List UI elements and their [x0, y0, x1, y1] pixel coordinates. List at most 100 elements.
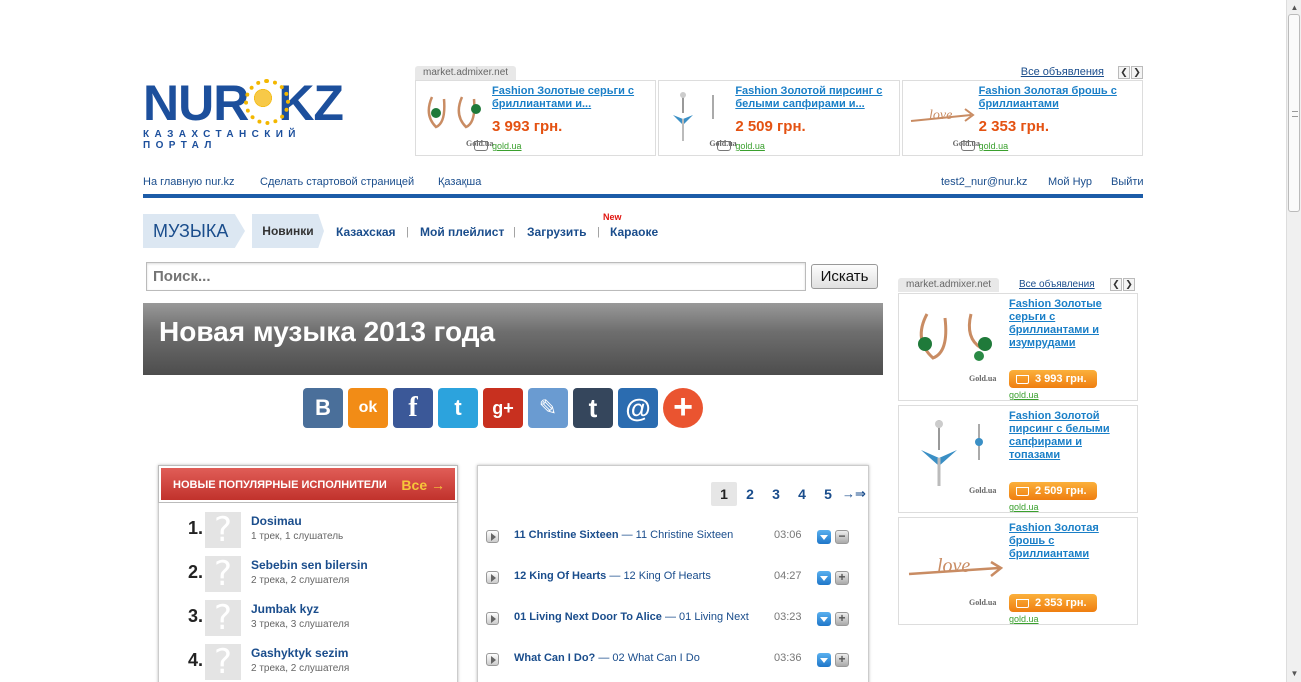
ad-nav-arrows: ❮ ❯ [1118, 66, 1143, 79]
price-cart-button[interactable]: 3 993 грн. [1009, 370, 1097, 388]
twitter-icon: t [454, 395, 462, 420]
next-page-arrow-icon[interactable]: →⇒ [842, 486, 866, 502]
ad-item[interactable]: love Gold.ua Fashion Золотая брошь с бри… [901, 80, 1143, 156]
tab-new-releases[interactable]: Новинки [252, 214, 324, 248]
brooch-icon: love [908, 555, 1003, 577]
page-link[interactable]: 4 [789, 482, 815, 506]
scroll-grip-icon [1292, 111, 1298, 117]
play-icon[interactable] [486, 571, 499, 584]
all-ads-link[interactable]: Все объявления [1019, 279, 1095, 290]
scroll-thumb[interactable] [1288, 14, 1300, 212]
odnoklassniki-share-button[interactable]: ok [348, 388, 388, 428]
vkontakte-share-button[interactable]: В [303, 388, 343, 428]
scroll-up-icon[interactable]: ▲ [1289, 2, 1300, 14]
add-to-playlist-icon[interactable]: + [835, 612, 849, 626]
chevron-left-icon[interactable]: ❮ [1118, 66, 1130, 79]
set-start-page-link[interactable]: Сделать стартовой страницей [260, 176, 414, 188]
page-link[interactable]: 3 [763, 482, 789, 506]
ad-shop-link[interactable]: gold.ua [1009, 502, 1039, 512]
ad-item[interactable]: Gold.ua Fashion Золотые серьги с бриллиа… [415, 80, 657, 156]
shop-brand: Gold.ua [969, 598, 997, 607]
ad-shop-link[interactable]: gold.ua [960, 141, 1008, 151]
track-title-link[interactable]: 11 Christine Sixteen — 11 Christine Sixt… [514, 529, 764, 541]
ad-shop-link[interactable]: gold.ua [717, 141, 765, 151]
panel-header: НОВЫЕ ПОПУЛЯРНЫЕ ИСПОЛНИТЕЛИ Все → [158, 465, 458, 503]
ad-title-link[interactable]: Fashion Золотой пирсинг с белыми сапфира… [735, 85, 895, 111]
download-icon[interactable] [817, 653, 831, 667]
track-title-link[interactable]: What Can I Do? — 02 What Can I Do [514, 652, 764, 664]
track-row: What Can I Do? — 02 What Can I Do 03:36 … [478, 649, 870, 673]
user-email-link[interactable]: test2_nur@nur.kz [941, 176, 1027, 188]
google-plus-share-button[interactable]: g+ [483, 388, 523, 428]
track-title-link[interactable]: 12 King Of Hearts — 12 King Of Hearts [514, 570, 764, 582]
tab-karaoke[interactable]: Караоке [610, 225, 658, 239]
all-ads-link[interactable]: Все объявления [1021, 66, 1104, 78]
track-row: 11 Christine Sixteen — 11 Christine Sixt… [478, 526, 870, 550]
kazakh-language-link[interactable]: Қазақша [438, 176, 481, 188]
ad-shop-link[interactable]: gold.ua [474, 141, 522, 151]
artist-name-link[interactable]: Sebebin sen bilersin [251, 558, 368, 572]
section-label[interactable]: МУЗЫКА [143, 214, 245, 248]
play-icon[interactable] [486, 653, 499, 666]
page-link-current[interactable]: 1 [711, 482, 737, 506]
logout-link[interactable]: Выйти [1111, 176, 1144, 188]
ad-title-link[interactable]: Fashion Золотая брошь с бриллиантами [979, 85, 1139, 111]
page-link[interactable]: 5 [815, 482, 841, 506]
ad-item[interactable]: Gold.ua Fashion Золотые серьги с бриллиа… [898, 293, 1138, 401]
price-cart-button[interactable]: 2 353 грн. [1009, 594, 1097, 612]
avatar-placeholder-icon[interactable]: ? [205, 644, 241, 680]
remove-from-playlist-icon[interactable]: − [835, 530, 849, 544]
download-icon[interactable] [817, 530, 831, 544]
all-artists-link[interactable]: Все → [401, 477, 445, 493]
tab-upload[interactable]: Загрузить [527, 225, 586, 239]
play-icon[interactable] [486, 612, 499, 625]
artist-name-link[interactable]: Dosimau [251, 514, 302, 528]
ad-item[interactable]: love Gold.ua Fashion Золотая брошь с бри… [898, 517, 1138, 625]
page-scrollbar[interactable]: ▲ ▼ [1286, 0, 1301, 682]
livejournal-share-button[interactable]: ✎ [528, 388, 568, 428]
download-icon[interactable] [817, 612, 831, 626]
artist-name-link[interactable]: Jumbak kyz [251, 602, 319, 616]
home-link[interactable]: На главную nur.kz [143, 176, 235, 188]
scroll-down-icon[interactable]: ▼ [1289, 668, 1300, 680]
ad-price: 2 353 грн. [978, 118, 1049, 135]
ad-item[interactable]: Gold.ua Fashion Золотой пирсинг с белыми… [658, 80, 900, 156]
ad-item[interactable]: Gold.ua Fashion Золотой пирсинг с белыми… [898, 405, 1138, 513]
avatar-placeholder-icon[interactable]: ? [205, 512, 241, 548]
tab-my-playlist[interactable]: Мой плейлист [420, 225, 504, 239]
chevron-right-icon[interactable]: ❯ [1123, 278, 1135, 291]
facebook-icon: f [408, 392, 418, 423]
cart-icon [717, 141, 732, 151]
more-share-button[interactable]: + [663, 388, 703, 428]
ad-title-link[interactable]: Fashion Золотые серьги с бриллиантами и.… [492, 85, 652, 111]
add-to-playlist-icon[interactable]: + [835, 571, 849, 585]
mail-ru-share-button[interactable]: @ [618, 388, 658, 428]
ad-title-link[interactable]: Fashion Золотые серьги с бриллиантами и … [1009, 298, 1131, 350]
search-input[interactable] [146, 262, 806, 291]
ad-shop-link[interactable]: gold.ua [1009, 614, 1039, 624]
top-navigation: На главную nur.kz Сделать стартовой стра… [143, 176, 1144, 198]
tab-kazakh[interactable]: Казахская [336, 225, 396, 239]
avatar-placeholder-icon[interactable]: ? [205, 600, 241, 636]
ad-source-label: market.admixer.net [898, 278, 1000, 292]
chevron-right-icon[interactable]: ❯ [1131, 66, 1143, 79]
tumblr-share-button[interactable]: t [573, 388, 613, 428]
chevron-left-icon[interactable]: ❮ [1110, 278, 1122, 291]
download-icon[interactable] [817, 571, 831, 585]
site-logo[interactable]: NUR KZ КАЗАХСТАНСКИЙ ПОРТАЛ [143, 78, 358, 151]
my-nur-link[interactable]: Мой Нур [1048, 176, 1092, 188]
ad-title-link[interactable]: Fashion Золотая брошь с бриллиантами [1009, 522, 1131, 561]
price-cart-button[interactable]: 2 509 грн. [1009, 482, 1097, 500]
ad-title-link[interactable]: Fashion Золотой пирсинг с белыми сапфира… [1009, 410, 1131, 462]
track-title-link[interactable]: 01 Living Next Door To Alice — 01 Living… [514, 611, 764, 623]
search-button[interactable]: Искать [811, 264, 878, 289]
artist-name-link[interactable]: Gashyktyk sezim [251, 646, 348, 660]
twitter-share-button[interactable]: t [438, 388, 478, 428]
track-row: 01 Living Next Door To Alice — 01 Living… [478, 608, 870, 632]
page-link[interactable]: 2 [737, 482, 763, 506]
ad-shop-link[interactable]: gold.ua [1009, 390, 1039, 400]
add-to-playlist-icon[interactable]: + [835, 653, 849, 667]
avatar-placeholder-icon[interactable]: ? [205, 556, 241, 592]
facebook-share-button[interactable]: f [393, 388, 433, 428]
play-icon[interactable] [486, 530, 499, 543]
